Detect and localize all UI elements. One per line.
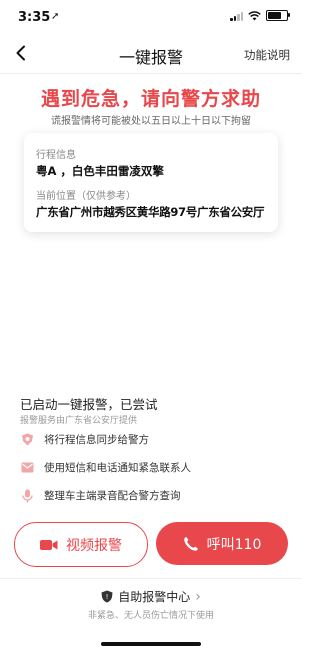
svg-text:!: ! [106,593,109,601]
wifi-icon [248,10,261,20]
status-item-text: 整理车主端录音配合警方查询 [44,490,181,502]
status-item: 将行程信息同步给警方 [20,432,149,447]
status-bar: 3:35 ➚ [0,0,302,30]
alarm-status-title: 已启动一键报警，已尝试 [20,397,158,412]
self-help-subtitle: 非紧急、无人员伤亡情况下使用 [87,611,214,621]
home-indicator [101,642,201,646]
status-time: 3:35 [18,10,51,25]
police-badge-icon [20,433,34,447]
status-item-text: 使用短信和电话通知紧急联系人 [44,462,191,474]
call-110-label: 呼叫110 [206,536,262,553]
location-label: 当前位置（仅供参考） [36,191,136,202]
phone-icon [183,536,198,551]
video-alarm-button[interactable]: 视频报警 [14,522,148,567]
nav-divider [0,73,302,74]
location-value: 广东省广州市越秀区黄华路97号广东省公安厅 [36,205,265,219]
video-camera-icon [40,539,58,550]
help-link[interactable]: 功能说明 [244,47,290,63]
self-help-title: 自助报警中心 [118,590,191,604]
bottom-divider [0,578,302,579]
battery-icon [266,10,290,21]
microphone-icon [20,489,34,503]
video-alarm-label: 视频报警 [66,537,122,554]
status-item: 整理车主端录音配合警方查询 [20,488,181,503]
warning-title: 遇到危急，请向警方求助 [40,88,261,110]
trip-label: 行程信息 [36,150,76,161]
chevron-right-icon: › [195,588,201,605]
call-110-button[interactable]: 呼叫110 [156,522,288,565]
self-help-center-link[interactable]: ! 自助报警中心 › [0,588,302,605]
cellular-signal-icon [230,11,243,21]
trip-info-card: 行程信息 粤A ，白色丰田雷凌双擎 当前位置（仅供参考） 广东省广州市越秀区黄华… [24,133,278,232]
nav-bar: 一键报警 功能说明 [0,34,302,74]
trip-value: 粤A ，白色丰田雷凌双擎 [36,164,164,178]
message-icon [20,461,34,475]
shield-icon: ! [101,590,113,603]
warning-subtitle: 谎报警情将可能被处以五日以上十日以下拘留 [51,116,251,127]
status-item-text: 将行程信息同步给警方 [44,434,149,446]
alarm-provider: 报警服务由广东省公安厅提供 [20,416,138,426]
status-indicators [230,10,290,21]
location-arrow-icon: ➚ [51,11,60,22]
status-item: 使用短信和电话通知紧急联系人 [20,460,191,475]
